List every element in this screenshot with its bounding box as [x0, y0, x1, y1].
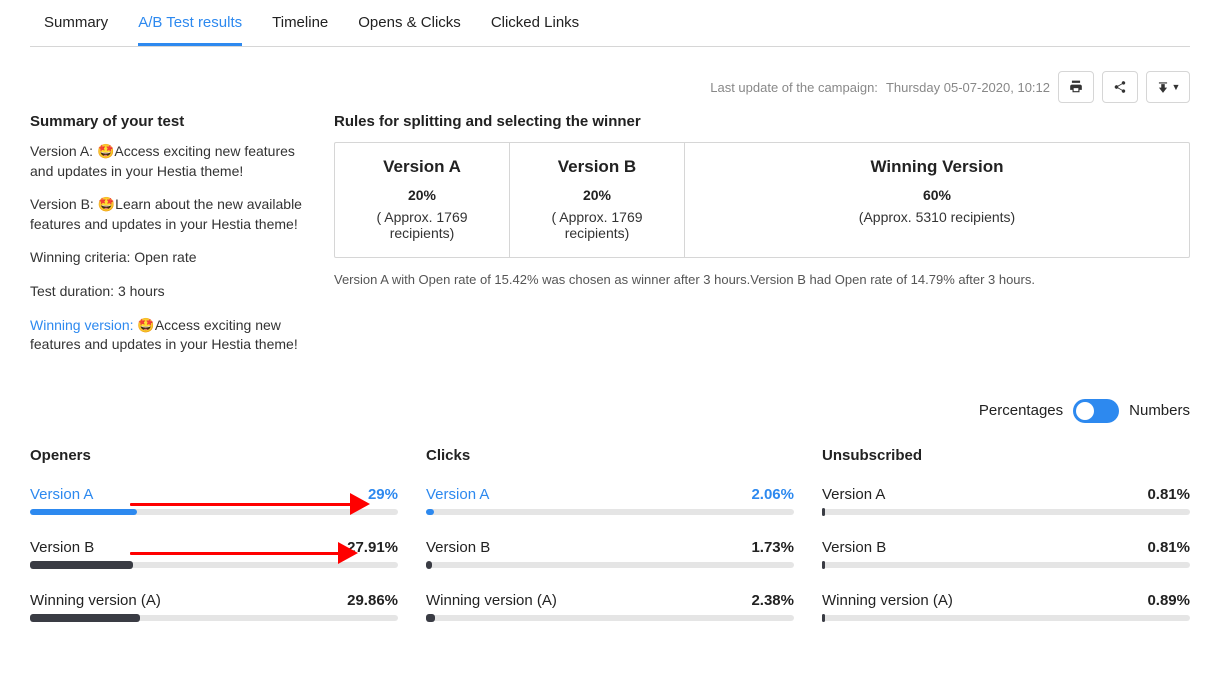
print-icon: [1069, 80, 1083, 94]
openers-b-value: 27.91%: [347, 539, 398, 556]
rules-note: Version A with Open rate of 15.42% was c…: [334, 272, 1190, 287]
rules-panel: Rules for splitting and selecting the wi…: [334, 113, 1190, 287]
rules-cell-version-b: Version B 20% ( Approx. 1769 recipients): [510, 143, 685, 257]
summary-title: Summary of your test: [30, 113, 310, 130]
download-icon: [1156, 80, 1170, 94]
openers-row-a: Version A 29%: [30, 486, 398, 515]
rules-title: Rules for splitting and selecting the wi…: [334, 113, 1190, 130]
tab-opens-clicks[interactable]: Opens & Clicks: [358, 0, 461, 46]
summary-winning-link[interactable]: Winning version: 🤩Access exciting new fe…: [30, 316, 310, 355]
openers-a-label: Version A: [30, 486, 93, 503]
tab-summary[interactable]: Summary: [44, 0, 108, 46]
download-button[interactable]: ▼: [1146, 71, 1190, 103]
metric-clicks: Clicks Version A 2.06% Version B 1.73% W…: [426, 447, 794, 645]
unsub-row-b: Version B 0.81%: [822, 539, 1190, 568]
openers-b-label: Version B: [30, 539, 94, 556]
emoji-icon: 🤩: [98, 196, 115, 212]
summary-panel: Summary of your test Version A: 🤩Access …: [30, 113, 310, 369]
percentages-numbers-toggle[interactable]: [1073, 399, 1119, 423]
summary-duration: Test duration: 3 hours: [30, 282, 310, 302]
meta-row: Last update of the campaign: Thursday 05…: [30, 71, 1190, 103]
unsub-row-win: Winning version (A) 0.89%: [822, 592, 1190, 621]
unsub-win-label: Winning version (A): [822, 592, 953, 609]
openers-a-value: 29%: [368, 486, 398, 503]
metric-unsubscribed: Unsubscribed Version A 0.81% Version B 0…: [822, 447, 1190, 645]
unsub-b-value: 0.81%: [1147, 539, 1190, 556]
clicks-win-value: 2.38%: [751, 592, 794, 609]
unsub-row-a: Version A 0.81%: [822, 486, 1190, 515]
last-update-label: Last update of the campaign:: [710, 80, 878, 95]
toggle-row: Percentages Numbers: [30, 399, 1190, 423]
print-button[interactable]: [1058, 71, 1094, 103]
clicks-a-label: Version A: [426, 486, 489, 503]
toggle-label-percentages: Percentages: [979, 402, 1063, 419]
rules-winning-pct: 60%: [695, 187, 1179, 203]
last-update-value: Thursday 05-07-2020, 10:12: [886, 80, 1050, 95]
clicks-a-bar: [426, 509, 434, 515]
clicks-win-label: Winning version (A): [426, 592, 557, 609]
clicks-b-value: 1.73%: [751, 539, 794, 556]
tab-abtest[interactable]: A/B Test results: [138, 0, 242, 46]
openers-win-value: 29.86%: [347, 592, 398, 609]
unsub-b-label: Version B: [822, 539, 886, 556]
openers-win-bar: [30, 614, 140, 622]
metrics: Openers Version A 29% Version B 27.91%: [30, 447, 1190, 645]
clicks-title: Clicks: [426, 447, 794, 464]
emoji-icon: 🤩: [137, 317, 154, 333]
clicks-row-win: Winning version (A) 2.38%: [426, 592, 794, 621]
clicks-row-a: Version A 2.06%: [426, 486, 794, 515]
rules-version-a-pct: 20%: [345, 187, 499, 203]
rules-table: Version A 20% ( Approx. 1769 recipients)…: [334, 142, 1190, 258]
openers-row-b: Version B 27.91%: [30, 539, 398, 568]
rules-version-b-pct: 20%: [520, 187, 674, 203]
rules-version-a-approx: ( Approx. 1769 recipients): [345, 209, 499, 241]
emoji-icon: 🤩: [97, 143, 114, 159]
rules-cell-version-a: Version A 20% ( Approx. 1769 recipients): [335, 143, 510, 257]
rules-version-b-title: Version B: [520, 157, 674, 177]
rules-version-a-title: Version A: [345, 157, 499, 177]
openers-title: Openers: [30, 447, 398, 464]
rules-version-b-approx: ( Approx. 1769 recipients): [520, 209, 674, 241]
unsub-a-label: Version A: [822, 486, 885, 503]
tab-clicked-links[interactable]: Clicked Links: [491, 0, 579, 46]
clicks-b-label: Version B: [426, 539, 490, 556]
openers-row-win: Winning version (A) 29.86%: [30, 592, 398, 621]
share-icon: [1113, 80, 1127, 94]
unsub-title: Unsubscribed: [822, 447, 1190, 464]
metric-openers: Openers Version A 29% Version B 27.91%: [30, 447, 398, 645]
rules-cell-winning: Winning Version 60% (Approx. 5310 recipi…: [685, 143, 1189, 257]
tab-timeline[interactable]: Timeline: [272, 0, 328, 46]
tabs: Summary A/B Test results Timeline Opens …: [30, 0, 1190, 47]
summary-version-b: Version B: 🤩Learn about the new availabl…: [30, 195, 310, 234]
unsub-win-value: 0.89%: [1147, 592, 1190, 609]
unsub-b-bar: [822, 561, 825, 569]
clicks-row-b: Version B 1.73%: [426, 539, 794, 568]
openers-win-label: Winning version (A): [30, 592, 161, 609]
unsub-a-value: 0.81%: [1147, 486, 1190, 503]
clicks-a-value: 2.06%: [751, 486, 794, 503]
summary-version-a: Version A: 🤩Access exciting new features…: [30, 142, 310, 181]
openers-b-bar: [30, 561, 133, 569]
rules-winning-title: Winning Version: [695, 157, 1179, 177]
clicks-win-bar: [426, 614, 435, 622]
unsub-win-bar: [822, 614, 825, 622]
openers-a-bar: [30, 509, 137, 515]
rules-winning-approx: (Approx. 5310 recipients): [695, 209, 1179, 225]
chevron-down-icon: ▼: [1172, 82, 1181, 92]
share-button[interactable]: [1102, 71, 1138, 103]
summary-criteria: Winning criteria: Open rate: [30, 248, 310, 268]
toggle-label-numbers: Numbers: [1129, 402, 1190, 419]
clicks-b-bar: [426, 561, 432, 569]
unsub-a-bar: [822, 508, 825, 516]
